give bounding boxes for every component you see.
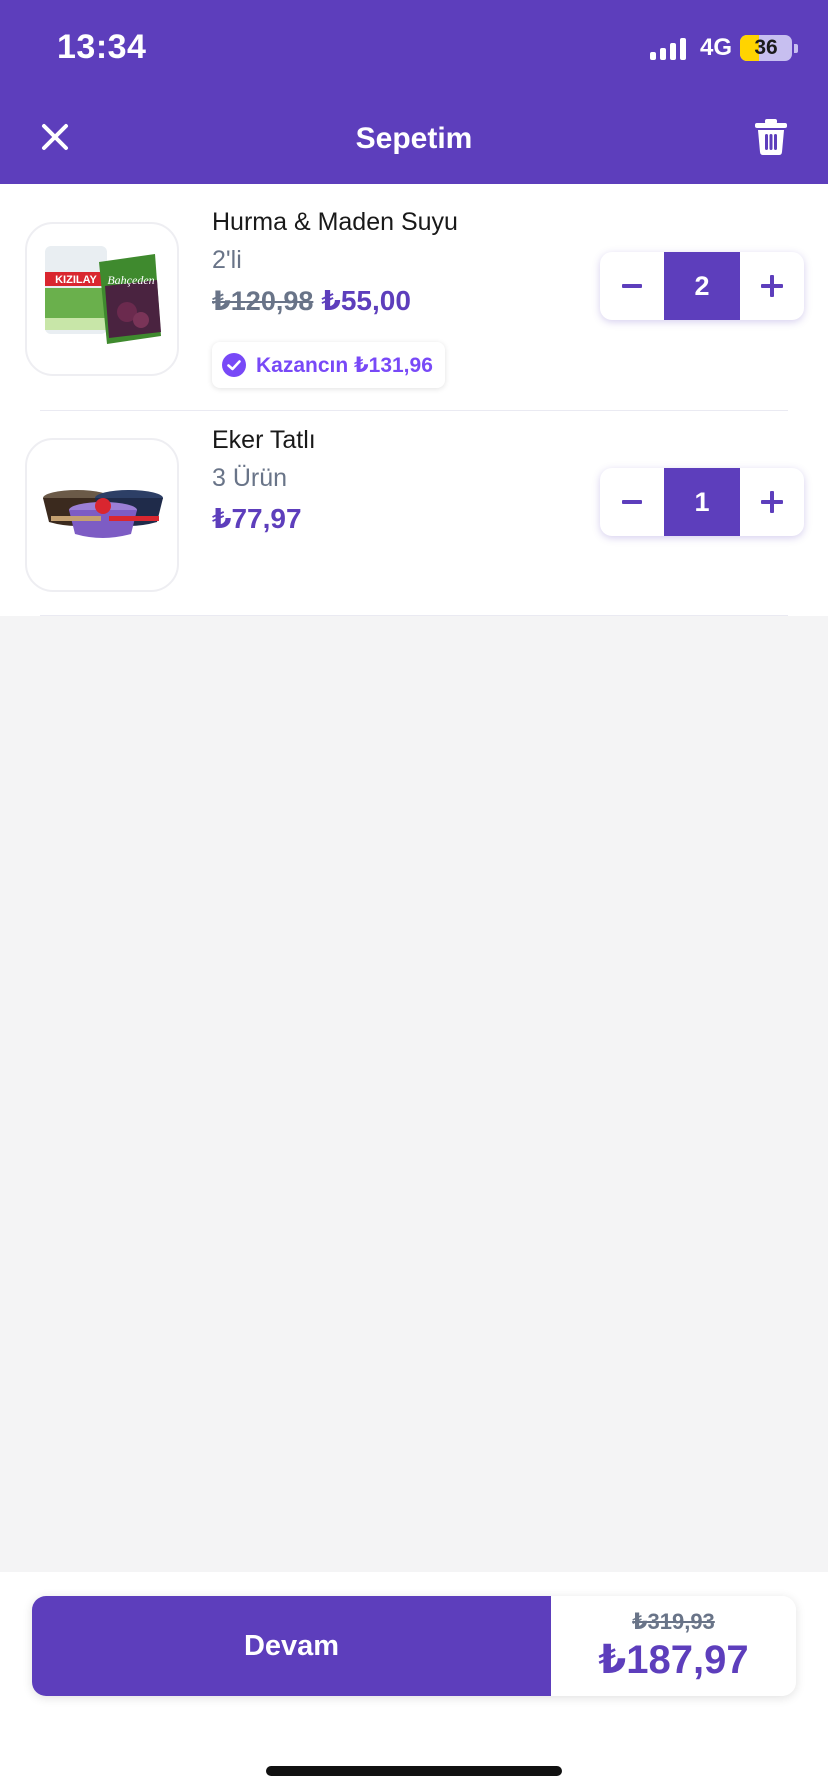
status-indicators: 4G 36 <box>649 34 798 62</box>
plus-icon <box>761 491 783 513</box>
cart-item: KIZILAY Bahçeden Hurma & Maden Suyu 2'li… <box>0 184 828 411</box>
savings-badge: Kazancın ₺131,96 <box>212 342 445 388</box>
checkout-bar: Devam ₺319,93 ₺187,97 <box>0 1572 828 1792</box>
status-time: 13:34 <box>57 28 147 66</box>
plus-icon <box>761 275 783 297</box>
battery-level: 36 <box>754 36 778 59</box>
item-name: Eker Tatlı <box>212 426 316 454</box>
divider <box>40 615 788 616</box>
checkout-panel: Devam ₺319,93 ₺187,97 <box>32 1596 796 1696</box>
quantity-stepper: 1 <box>600 468 804 536</box>
product-image-kizilay-dates: KIZILAY Bahçeden <box>45 246 161 344</box>
price-row: ₺77,97 <box>212 502 302 535</box>
product-image-eker-desserts <box>43 490 163 538</box>
decrease-button[interactable] <box>600 468 664 536</box>
current-price: ₺77,97 <box>212 503 302 534</box>
decrease-button[interactable] <box>600 252 664 320</box>
old-price: ₺120,98 <box>212 286 314 316</box>
cart-total: ₺187,97 <box>598 1638 749 1682</box>
price-row: ₺120,98 ₺55,00 <box>212 284 411 317</box>
cart-screen: 13:34 4G 36 Sepetim KIZILAY Bahçeden Hur… <box>0 0 828 1792</box>
item-name: Hurma & Maden Suyu <box>212 208 458 236</box>
total-box: ₺319,93 ₺187,97 <box>551 1596 796 1696</box>
current-price: ₺55,00 <box>321 285 411 316</box>
svg-text:Bahçeden: Bahçeden <box>107 273 154 287</box>
check-circle-icon <box>222 353 246 377</box>
svg-text:KIZILAY: KIZILAY <box>55 274 97 286</box>
home-indicator[interactable] <box>266 1766 562 1776</box>
product-thumbnail[interactable] <box>25 438 179 592</box>
quantity-value: 2 <box>664 252 740 320</box>
trash-icon <box>755 119 787 155</box>
quantity-value: 1 <box>664 468 740 536</box>
page-title: Sepetim <box>355 122 473 155</box>
minus-icon <box>622 500 642 504</box>
battery-icon: 36 <box>740 35 798 61</box>
header-bar: 13:34 4G 36 Sepetim <box>0 0 828 184</box>
increase-button[interactable] <box>740 468 804 536</box>
item-subtitle: 3 Ürün <box>212 464 288 492</box>
continue-button[interactable]: Devam <box>32 1596 551 1696</box>
increase-button[interactable] <box>740 252 804 320</box>
original-total: ₺319,93 <box>632 1609 715 1634</box>
signal-icon <box>649 36 686 60</box>
product-thumbnail[interactable]: KIZILAY Bahçeden <box>25 222 179 376</box>
network-type: 4G <box>699 34 732 61</box>
clear-cart-button[interactable] <box>748 114 794 160</box>
savings-text: Kazancın ₺131,96 <box>256 353 433 377</box>
item-subtitle: 2'li <box>212 246 242 274</box>
cart-item: Eker Tatlı 3 Ürün ₺77,97 1 <box>0 410 828 616</box>
minus-icon <box>622 284 642 288</box>
quantity-stepper: 2 <box>600 252 804 320</box>
cart-list: KIZILAY Bahçeden Hurma & Maden Suyu 2'li… <box>0 184 828 616</box>
